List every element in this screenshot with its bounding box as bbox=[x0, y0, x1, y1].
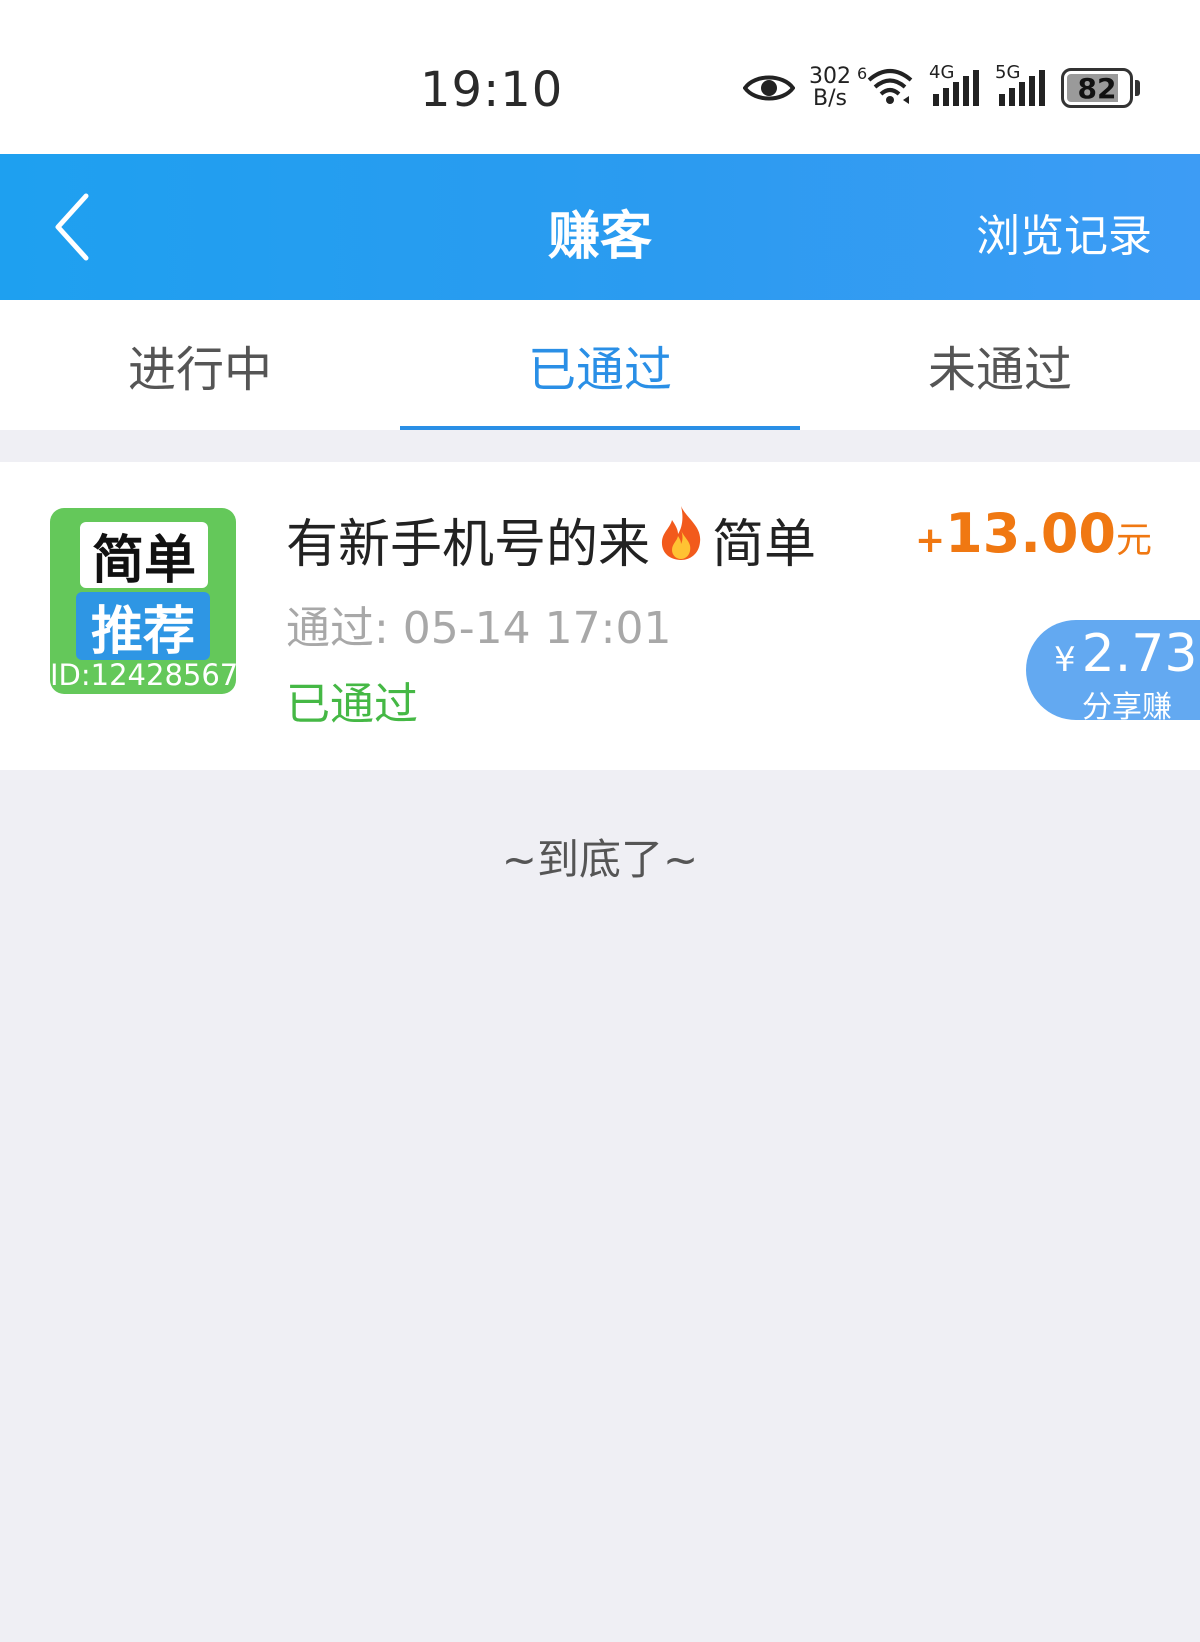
reward-plus: + bbox=[915, 520, 946, 561]
approved-time: 通过: 05-14 17:01 bbox=[286, 603, 672, 654]
task-title: 有新手机号的来 简单 bbox=[286, 502, 816, 577]
network-speed-unit: B/s bbox=[813, 86, 847, 111]
fire-icon bbox=[656, 504, 706, 575]
battery-tip bbox=[1135, 80, 1140, 96]
signal-5g-icon: 5G bbox=[995, 62, 1047, 108]
status-bar: 19:10 302 B/s 6 4G 5G 82 bbox=[0, 0, 1200, 154]
network-speed-value: 302 bbox=[809, 64, 851, 89]
tab-in-progress[interactable]: 进行中 bbox=[0, 300, 400, 430]
battery-level: 82 bbox=[1077, 71, 1117, 105]
status-time: 19:10 bbox=[420, 62, 564, 118]
share-amount: ¥ 2.73 bbox=[1054, 624, 1197, 684]
thumbnail-id: ID:12428567 bbox=[50, 658, 236, 692]
share-yen: ¥ bbox=[1054, 640, 1076, 680]
task-card[interactable]: 简单 推荐 ID:12428567 有新手机号的来 简单 通过: 05-14 1… bbox=[0, 462, 1200, 770]
signal-4g-tag: 4G bbox=[929, 62, 955, 83]
tab-rejected[interactable]: 未通过 bbox=[800, 300, 1200, 430]
wifi-tag: 6 bbox=[857, 64, 868, 83]
battery-icon: 82 bbox=[1061, 68, 1140, 108]
network-speed: 302 B/s bbox=[809, 66, 851, 110]
eye-icon bbox=[743, 71, 795, 105]
share-label: 分享赚 bbox=[1082, 690, 1172, 725]
tab-approved[interactable]: 已通过 bbox=[400, 300, 800, 430]
thumbnail-top-text: 简单 bbox=[80, 522, 208, 591]
share-earn-button[interactable]: ¥ 2.73 分享赚 bbox=[1026, 620, 1200, 725]
status-icons: 302 B/s 6 4G 5G 82 bbox=[743, 62, 1140, 114]
reward-amount: + 13.00 元 bbox=[915, 502, 1152, 565]
task-thumbnail: 简单 推荐 ID:12428567 bbox=[50, 508, 236, 694]
reward-unit: 元 bbox=[1115, 520, 1152, 561]
signal-4g-icon: 4G bbox=[929, 62, 981, 108]
status-label: 已通过 bbox=[286, 679, 418, 730]
task-title-prefix: 有新手机号的来 bbox=[286, 515, 651, 575]
header-bar: 赚客 浏览记录 bbox=[0, 154, 1200, 300]
battery-body: 82 bbox=[1061, 68, 1133, 108]
end-of-list-text: ~到底了~ bbox=[501, 835, 699, 884]
share-value: 2.73 bbox=[1081, 624, 1198, 684]
reward-value: 13.00 bbox=[945, 502, 1116, 565]
task-title-suffix: 简单 bbox=[712, 515, 817, 575]
thumbnail-mid-text: 推荐 bbox=[76, 592, 210, 662]
tab-bar: 进行中 已通过 未通过 bbox=[0, 300, 1200, 430]
wifi-icon: 6 bbox=[857, 64, 915, 110]
browse-history-link[interactable]: 浏览记录 bbox=[976, 200, 1152, 264]
signal-5g-tag: 5G bbox=[995, 62, 1021, 83]
